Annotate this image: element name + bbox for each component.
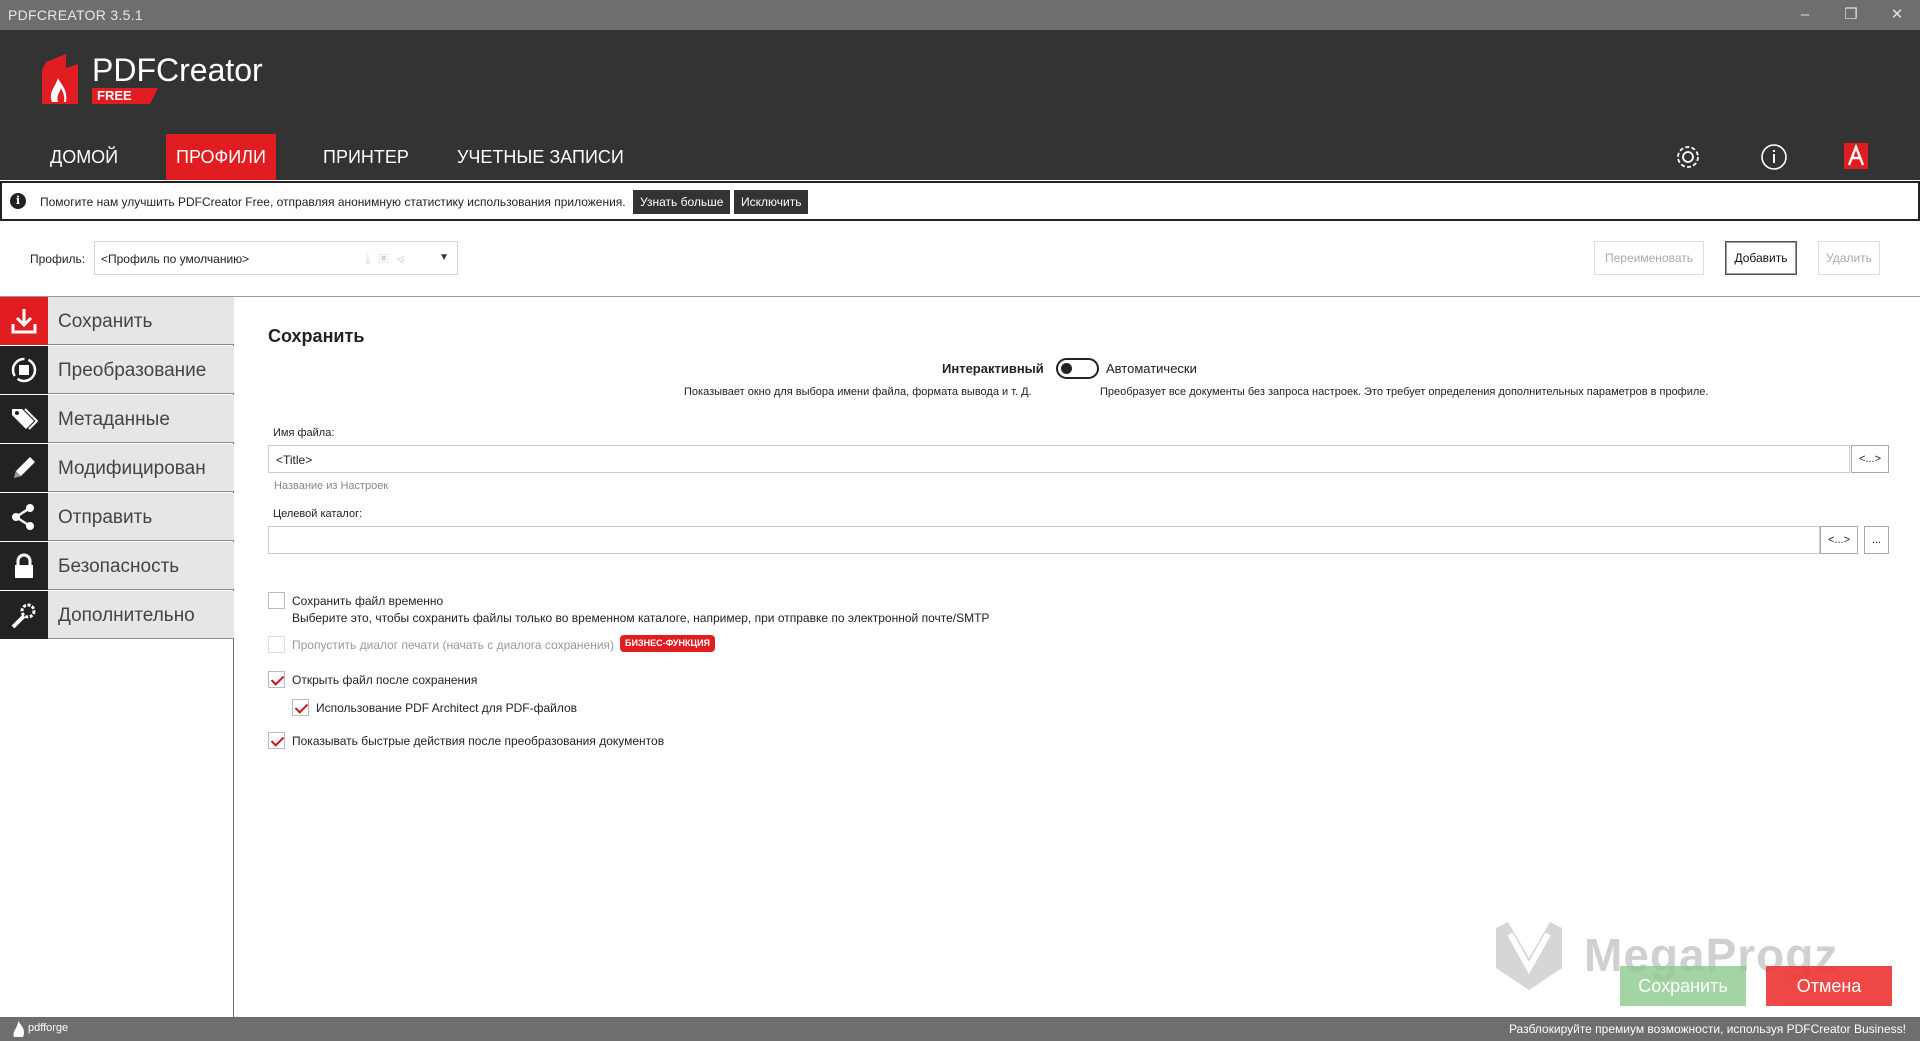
tags-icon [0,395,48,443]
sidebar-item-label: Метаданные [58,409,170,430]
mode-auto-label: Автоматически [1106,361,1197,376]
upgrade-promo-link[interactable]: Разблокируйте премиум возможности, испол… [1509,1022,1906,1036]
sidebar-item-metadata[interactable]: Метаданные [0,395,234,443]
chevron-down-icon: ▼ [439,252,449,263]
close-icon[interactable]: ✕ [1882,4,1912,26]
pdfcreator-logo-icon [38,52,84,113]
logo-text: PDFCreator [92,52,263,88]
folder-browse-button[interactable]: ... [1864,526,1889,554]
convert-icon [0,346,48,394]
tab-profiles[interactable]: ПРОФИЛИ [166,134,276,180]
window-titlebar: PDFCREATOR 3.5.1 – ❐ ✕ [0,0,1920,30]
open-after-save-label: Открыть файл после сохранения [292,673,478,687]
sidebar-item-label: Дополнительно [58,605,195,626]
logo-free-badge: FREE [92,88,158,104]
minimize-icon[interactable]: – [1790,4,1820,26]
skip-print-dialog-checkbox[interactable] [268,636,285,653]
sidebar-item-convert[interactable]: Преобразование [0,346,234,394]
lock-icon [0,542,48,590]
use-pdf-architect-checkbox[interactable] [292,699,309,716]
toggle-knob [1061,363,1072,374]
temp-save-description: Выберите это, чтобы сохранить файлы толь… [292,611,990,625]
profile-action-icons: ⤓▣⋖ [365,251,412,266]
learn-more-button[interactable]: Узнать больше [633,190,731,214]
sidebar-item-label: Преобразование [58,360,207,381]
mode-interactive-label: Интерактивный [942,361,1044,376]
folder-token-button[interactable]: <...> [1820,526,1858,554]
page-title: Сохранить [268,326,365,346]
sidebar-item-label: Отправить [58,507,153,528]
tab-printer[interactable]: ПРИНТЕР [313,134,419,180]
tab-accounts[interactable]: УЧЕТНЫЕ ЗАПИСИ [447,134,634,180]
business-feature-badge: БИЗНЕС-ФУНКЦИЯ [620,635,716,652]
filename-input[interactable]: <Title> [268,445,1850,473]
use-pdf-architect-label: Использование PDF Architect для PDF-файл… [316,701,578,715]
sidebar-item-label: Модифицирован [58,458,206,479]
cancel-button[interactable]: Отмена [1766,966,1892,1006]
rename-profile-button[interactable]: Переименовать [1594,241,1704,275]
quick-actions-label: Показывать быстрые действия после преобр… [292,734,665,748]
mode-interactive-description: Показывает окно для выбора имени файла, … [684,386,1032,398]
open-after-save-checkbox[interactable] [268,671,285,688]
status-bar: pdfforge Разблокируйте премиум возможнос… [0,1017,1920,1041]
pdfforge-flame-icon [12,1021,26,1042]
profile-dropdown[interactable]: <Профиль по умолчанию> ⤓▣⋖ ▼ [94,241,458,275]
profile-selected-value: <Профиль по умолчанию> [101,252,250,266]
quick-actions-checkbox[interactable] [268,732,285,749]
mode-auto-description: Преобразует все документы без запроса на… [1100,386,1709,398]
app-header: PDFCreator FREE ДОМОЙ ПРОФИЛИ ПРИНТЕР УЧ… [0,30,1920,180]
save-icon [0,297,48,345]
share-icon [0,493,48,541]
pencil-icon [0,444,48,492]
pdfforge-brand: pdfforge [28,1022,69,1034]
target-folder-label: Целевой каталог: [273,508,363,520]
sidebar-item-modify[interactable]: Модифицирован [0,444,234,492]
sidebar-item-label: Безопасность [58,556,180,577]
restore-icon[interactable]: ❐ [1836,4,1866,26]
add-profile-button[interactable]: Добавить [1725,241,1797,275]
sidebar-item-advanced[interactable]: Дополнительно [0,591,234,639]
telemetry-infobar: i Помогите нам улучшить PDFCreator Free,… [0,181,1920,221]
profile-label: Профиль: [30,252,86,266]
temp-save-checkbox[interactable] [268,592,285,609]
temp-save-label: Сохранить файл временно [292,594,444,608]
window-title: PDFCREATOR 3.5.1 [8,7,143,23]
info-circle-icon: i [10,193,26,209]
settings-sidebar: Сохранить Преобразование Метаданные Моди… [0,297,234,1017]
filename-token-button[interactable]: <...> [1851,445,1889,473]
mode-toggle[interactable] [1056,358,1099,379]
delete-profile-button[interactable]: Удалить [1818,241,1880,275]
target-folder-input[interactable] [268,526,1820,554]
settings-icon[interactable] [1674,143,1702,171]
sidebar-item-send[interactable]: Отправить [0,493,234,541]
watermark-logo-icon [1492,918,1566,997]
sidebar-item-security[interactable]: Безопасность [0,542,234,590]
info-icon[interactable] [1760,143,1788,171]
architect-icon[interactable] [1844,143,1872,171]
sidebar-item-label: Сохранить [58,311,153,332]
tab-home[interactable]: ДОМОЙ [40,134,128,180]
filename-value: <Title> [276,453,313,467]
save-button[interactable]: Сохранить [1620,966,1746,1006]
infobar-message: Помогите нам улучшить PDFCreator Free, о… [40,195,626,209]
wrench-gear-icon [0,591,48,639]
sidebar-item-save[interactable]: Сохранить [0,297,234,345]
filename-hint: Название из Настроек [274,480,389,492]
filename-label: Имя файла: [273,427,335,439]
divider [0,296,1920,297]
skip-print-dialog-label: Пропустить диалог печати (начать с диало… [292,638,615,652]
exclude-button[interactable]: Исключить [734,190,809,214]
